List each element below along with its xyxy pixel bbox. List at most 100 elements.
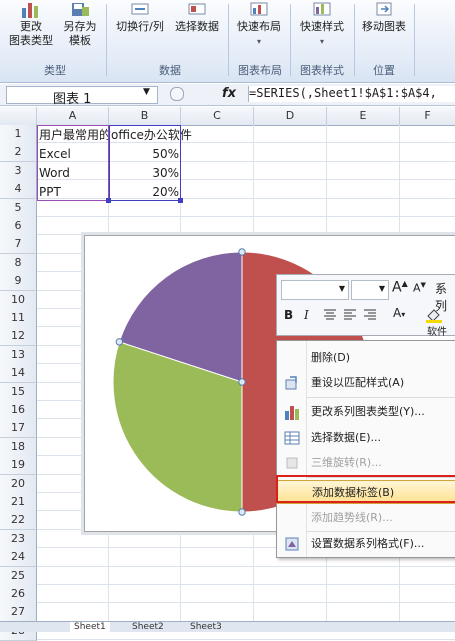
save-as-template-button[interactable]: 另存为 模板 [58,0,102,56]
italic-icon[interactable]: I [304,308,309,322]
quick-style-button[interactable]: 快速样式 ▾ [294,0,350,56]
row-header[interactable]: 23 [0,529,37,549]
menu-item-label: 选择数据(E)... [311,431,382,444]
align-center-icon[interactable] [323,309,337,321]
quick-layout-icon [250,2,268,16]
font-size-box[interactable]: ▼ [351,280,389,300]
menu-item-format-data-series[interactable]: 设置数据系列格式(F)... [277,532,455,556]
column-header-b[interactable]: B [109,107,181,126]
save-template-label-1: 另存为 [63,20,97,33]
fill-color-icon[interactable] [425,307,443,323]
row-gridline [37,602,455,604]
series-values-range-highlight [109,125,181,201]
group-label-position: 位置 [373,64,395,77]
grow-font-label: A [392,279,402,296]
column-header-f[interactable]: F [400,107,455,126]
menu-item-delete[interactable]: 删除(D) [277,346,455,370]
formula-expand-handle[interactable] [170,87,184,101]
formula-input[interactable]: =SERIES(,Sheet1!$A$1:$A$4, [248,86,455,102]
row-header[interactable]: 21 [0,493,37,512]
menu-item-change-series-chart-type[interactable]: 更改系列图表类型(Y)... [277,400,455,424]
menu-item-add-trendline[interactable]: 添加趋势线(R)... [277,506,455,530]
column-header-d[interactable]: D [254,107,327,126]
menu-item-select-data[interactable]: 选择数据(E)... [277,426,455,450]
shrink-font-icon[interactable]: A▼ [413,281,426,295]
change-type-label-2: 图表类型 [9,34,53,47]
column-header-c[interactable]: C [181,107,254,126]
switch-label: 切换行/列 [116,20,164,33]
quick-layout-button[interactable]: 快速布局 ▾ [232,0,286,56]
series-selection-handle[interactable] [238,378,246,386]
group-label-layout: 图表布局 [238,64,282,77]
grow-font-icon[interactable]: A▲ [392,279,408,296]
chevron-down-icon[interactable]: ▼ [143,87,150,97]
row-header[interactable]: 17 [0,419,37,439]
select-all-corner[interactable] [0,107,37,126]
align-right-icon[interactable] [363,309,377,321]
row-header[interactable]: 18 [0,437,37,457]
font-name-box[interactable]: ▼ [281,280,349,300]
row-header[interactable]: 6 [0,217,37,236]
row-gridline [37,584,455,585]
row-header[interactable]: 1 [0,125,37,144]
name-box[interactable]: 图表 1 ▼ [6,86,158,107]
row-header[interactable]: 22 [0,511,37,531]
chart-type-icon [22,3,38,18]
range-handle[interactable] [106,198,111,203]
quick-layout-label: 快速布局 [237,20,281,33]
row-header[interactable]: 16 [0,401,37,420]
quick-style-label: 快速样式 [300,20,344,33]
row-header[interactable]: 2 [0,143,37,163]
bold-icon[interactable]: B [284,308,293,322]
highlight-annotation-box [276,475,455,503]
chevron-down-icon: ▾ [256,37,261,46]
row-header[interactable]: 14 [0,364,37,384]
row-header[interactable]: 3 [0,161,37,181]
chevron-down-icon[interactable]: ▼ [339,284,345,293]
row-header[interactable]: 8 [0,253,37,273]
row-header[interactable]: 7 [0,235,37,255]
series-selection-handle[interactable] [238,248,246,256]
row-header[interactable]: 11 [0,309,37,328]
row-header[interactable]: 9 [0,272,37,292]
row-header[interactable]: 4 [0,180,37,200]
menu-item-3d-rotation[interactable]: 三维旋转(R)... [277,451,455,475]
column-header-a[interactable]: A [37,107,109,126]
menu-separator [307,397,455,398]
ribbon-separator [414,4,415,76]
row-header[interactable]: 12 [0,327,37,347]
series-name-range-highlight [37,125,109,201]
fx-icon[interactable]: fx [222,86,236,101]
row-gridline [37,216,455,217]
change-chart-type-button[interactable]: 更改 图表类型 [6,0,56,56]
menu-item-label: 重设以匹配样式(A) [311,376,405,389]
row-header[interactable]: 26 [0,585,37,604]
partial-chart-title-text: 软件 [427,327,447,338]
group-label-type: 类型 [44,64,66,77]
sheet-tabs-bar: Sheet1 Sheet2 Sheet3 [0,621,455,632]
row-header[interactable]: 25 [0,566,37,586]
series-selection-handle[interactable] [115,338,124,346]
menu-item-reset-style[interactable]: 重设以匹配样式(A) [277,371,455,395]
menu-item-label: 设置数据系列格式(F)... [311,537,425,550]
save-template-icon [72,3,89,16]
menu-item-label: 三维旋转(R)... [311,456,382,469]
row-header[interactable]: 13 [0,345,37,365]
row-header[interactable]: 10 [0,290,37,310]
chevron-down-icon[interactable]: ▼ [379,284,385,293]
move-chart-button[interactable]: 移动图表 [356,0,412,56]
column-header-e[interactable]: E [327,107,400,126]
font-color-icon[interactable]: A▾ [393,306,405,320]
row-header[interactable]: 5 [0,198,37,218]
row-header[interactable]: 24 [0,548,37,568]
row-header[interactable]: 15 [0,382,37,402]
align-left-icon[interactable] [343,309,357,321]
chevron-down-icon: ▾ [319,37,324,46]
series-selection-handle[interactable] [238,508,246,516]
range-handle[interactable] [178,198,183,203]
select-data-button[interactable]: 选择数据 [170,0,224,56]
row-header[interactable]: 20 [0,474,37,494]
row-header[interactable]: 19 [0,456,37,476]
row-header[interactable]: 27 [0,603,37,623]
switch-row-column-button[interactable]: 切换行/列 [110,0,170,56]
